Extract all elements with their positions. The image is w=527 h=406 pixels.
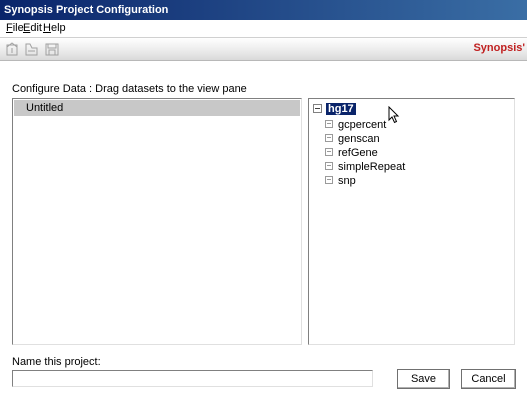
tree-root-label: hg17 bbox=[326, 103, 356, 115]
save-button[interactable]: Save bbox=[397, 369, 450, 389]
tree-node-dataset[interactable]: gcpercent bbox=[325, 118, 386, 132]
brand-logo: Synopsis' bbox=[473, 42, 525, 54]
menu-help[interactable]: Help bbox=[43, 22, 66, 35]
tree-node-dataset[interactable]: snp bbox=[325, 174, 356, 188]
collapse-icon[interactable] bbox=[325, 148, 333, 157]
collapse-icon[interactable] bbox=[325, 120, 333, 129]
project-name-input[interactable] bbox=[12, 370, 373, 387]
window-title-bar[interactable]: Synopsis Project Configuration bbox=[0, 0, 527, 20]
open-project-icon[interactable] bbox=[23, 41, 41, 57]
collapse-icon[interactable] bbox=[325, 162, 333, 171]
window-title: Synopsis Project Configuration bbox=[4, 4, 169, 16]
tree-node-dataset[interactable]: refGene bbox=[325, 146, 378, 160]
tree-node-dataset[interactable]: simpleRepeat bbox=[325, 160, 405, 174]
view-item-untitled[interactable]: Untitled bbox=[14, 100, 300, 116]
collapse-icon[interactable] bbox=[325, 176, 333, 185]
tree-node-root[interactable]: hg17 bbox=[313, 102, 356, 116]
toolbar: Synopsis' bbox=[0, 37, 527, 61]
menu-bar: File Edit Help bbox=[0, 20, 527, 37]
configure-data-instruction: Configure Data : Drag datasets to the vi… bbox=[12, 83, 247, 95]
project-name-label: Name this project: bbox=[12, 356, 101, 368]
dataset-tree-pane[interactable]: hg17 gcpercent genscan refGene simpleRep… bbox=[308, 98, 515, 345]
view-pane[interactable]: Untitled bbox=[12, 98, 302, 345]
collapse-icon[interactable] bbox=[313, 103, 322, 113]
project-configuration-window: Synopsis Project Configuration File Edit… bbox=[0, 0, 527, 406]
new-project-icon[interactable] bbox=[4, 41, 22, 57]
collapse-icon[interactable] bbox=[325, 134, 333, 143]
cancel-button[interactable]: Cancel bbox=[461, 369, 516, 389]
tree-node-dataset[interactable]: genscan bbox=[325, 132, 380, 146]
menu-edit[interactable]: Edit bbox=[23, 22, 42, 35]
save-project-icon[interactable] bbox=[43, 41, 61, 57]
mouse-pointer-icon bbox=[388, 105, 400, 124]
menu-file[interactable]: File bbox=[6, 22, 24, 35]
